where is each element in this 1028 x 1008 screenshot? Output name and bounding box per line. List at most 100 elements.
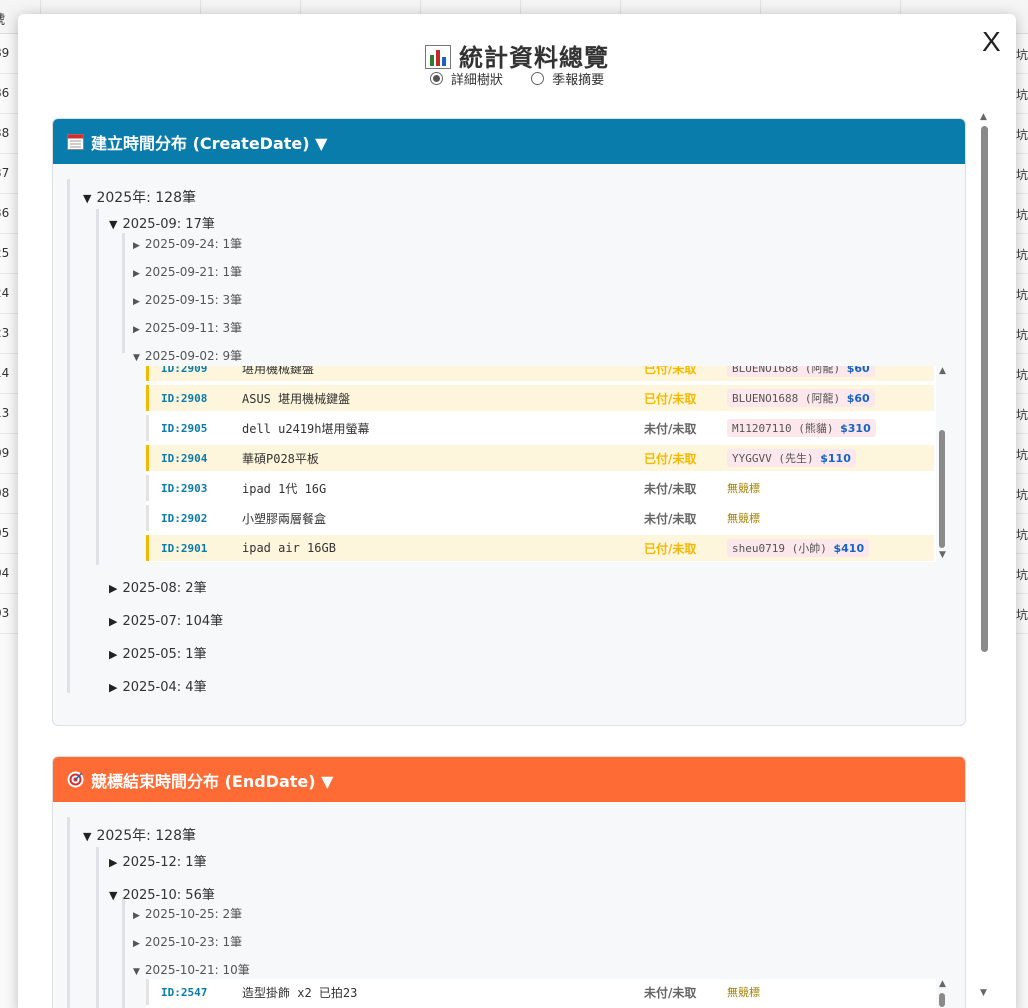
triangle-toggle-icon: ▶ [133,939,140,949]
background-row-cell: 坑 [1016,128,1028,142]
list-item[interactable]: ID:2902 小塑膠兩層餐盒 未付/未取 無競標 [146,505,934,531]
winner-name: BLUENO1688 (阿龍) [732,366,841,375]
tree-day-node[interactable]: ▶ 2025-09-15: 3筆 [133,291,242,308]
list-item[interactable]: ID:2903 ipad 1代 16G 未付/未取 無競標 [146,475,934,501]
modal-title-text: 統計資料總覽 [459,44,609,72]
triangle-toggle-icon: ▶ [133,269,140,279]
list-item[interactable]: ID:2905 dell u2419h堪用螢幕 未付/未取 M11207110 (熊貓… [146,415,934,441]
radio-unselected-icon[interactable] [531,72,545,85]
item-id: ID:2905 [161,421,208,435]
item-name: ASUS 堪用機械鍵盤 [242,391,351,406]
mode-quarterly-summary[interactable]: 季報摘要 [531,69,604,88]
tree-month-node[interactable]: ▼ 2025-09: 17筆 [109,213,215,232]
tree-day-node[interactable]: ▶ 2025-10-23: 1筆 [133,933,242,950]
tree-month-node[interactable]: ▼ 2025-10: 56筆 [109,884,215,903]
background-row-cell: 坑 [1016,248,1028,262]
item-name: 造型掛飾 x2 已拍23 [242,985,358,1000]
tree-year-node[interactable]: ▼ 2025年: 128筆 [83,825,196,845]
list-item[interactable]: ID:2904 華碩P028平板 已付/未取 YYGGVV (先生) $110 [146,445,934,471]
triangle-toggle-icon: ▶ [133,241,140,251]
item-status: 未付/未取 [644,421,697,436]
item-status: 已付/未取 [644,541,697,556]
winner-name: BLUENO1688 (阿龍) [732,392,841,405]
item-status: 已付/未取 [644,366,697,376]
tree-day-node[interactable]: ▶ 2025-09-24: 1筆 [133,235,242,252]
winner-badge: YYGGVV (先生) $110 [727,449,856,467]
tree-month-node[interactable]: ▶ 2025-07: 104筆 [109,610,223,629]
create-date-item-list: ID:2909 堪用機械鍵盤 已付/未取 BLUENO1688 (阿龍) $60 ID:… [146,366,936,562]
background-row-cell: 坑 [1016,208,1028,222]
tree-month-node-label: 2025-10: 56筆 [122,888,215,903]
list-item[interactable]: ID:2547 造型掛飾 x2 已拍23 未付/未取 無競標 [146,979,934,1005]
end-date-section-title: 競標結束時間分布 (EndDate) ▼ [91,771,334,791]
close-button[interactable]: X [982,26,1001,58]
background-row-cell: 坑 [1016,288,1028,302]
background-row-cell: 坑 [1016,88,1028,102]
triangle-toggle-icon: ▶ [109,582,118,595]
list-item[interactable]: ID:2909 堪用機械鍵盤 已付/未取 BLUENO1688 (阿龍) $60 [146,366,934,381]
triangle-toggle-icon: ▶ [109,856,118,869]
tree-year-node[interactable]: ▼ 2025年: 128筆 [83,187,196,207]
create-date-section-header[interactable]: 建立時間分布 (CreateDate) ▼ [53,119,965,164]
tree-month-node[interactable]: ▶ 2025-08: 2筆 [109,577,207,596]
tree-day-node-label: 2025-09-02: 9筆 [144,349,243,363]
item-name: 堪用機械鍵盤 [242,366,315,376]
item-list-scrollbar[interactable]: ▲ ▼ [937,366,947,562]
background-row-cell: 坑 [1016,448,1028,462]
winner-name: YYGGVV (先生) [732,452,814,465]
no-bid-label: 無競標 [727,986,760,999]
item-name: ipad 1代 16G [242,481,327,496]
view-mode-selector: 詳細樹狀 季報摘要 [18,69,1016,89]
winning-price: $60 [846,366,870,375]
modal-scrollbar-thumb[interactable] [981,126,988,652]
modal-title: 統計資料總覽 [18,38,1016,73]
mode-detail-tree[interactable]: 詳細樹狀 [429,69,503,88]
winning-price: $410 [833,542,865,555]
background-row-cell: 坑 [1016,368,1028,382]
background-row-cell: 坑 [1016,528,1028,542]
modal-scrollbar[interactable]: ▲ ▼ [978,112,992,1002]
radio-selected-icon[interactable] [429,72,443,85]
mode-detail-tree-label: 詳細樹狀 [450,73,503,88]
create-date-section-title: 建立時間分布 (CreateDate) ▼ [91,133,328,153]
tree-day-node[interactable]: ▶ 2025-09-11: 3筆 [133,319,242,336]
tree-day-node[interactable]: ▶ 2025-09-21: 1筆 [133,263,242,280]
triangle-toggle-icon: ▶ [109,681,118,694]
tree-day-node[interactable]: ▼ 2025-09-02: 9筆 [133,347,242,364]
create-date-section: 建立時間分布 (CreateDate) ▼ ▼ 2025年: 128筆 ▼ 2025… [52,118,966,726]
tree-year-label: 2025年: 128筆 [96,190,196,206]
tree-day-node[interactable]: ▼ 2025-10-21: 10筆 [133,961,250,978]
tree-month-node[interactable]: ▶ 2025-04: 4筆 [109,676,207,695]
tree-year-label: 2025年: 128筆 [96,828,196,844]
triangle-toggle-icon: ▶ [109,615,118,628]
tree-month-node[interactable]: ▶ 2025-05: 1筆 [109,643,207,662]
end-date-section-header[interactable]: 競標結束時間分布 (EndDate) ▼ [53,757,965,802]
item-id: ID:2904 [161,451,208,465]
expanded-triangle-icon: ▼ [83,192,92,205]
triangle-toggle-icon: ▼ [109,889,118,902]
item-status: 未付/未取 [644,481,697,496]
background-row-cell: 坑 [1016,168,1028,182]
triangle-toggle-icon: ▶ [109,648,118,661]
item-id: ID:2902 [161,511,208,525]
winner-badge: BLUENO1688 (阿龍) $60 [727,366,875,377]
tree-day-node-label: 2025-09-15: 3筆 [144,293,243,307]
tree-day-node-label: 2025-10-23: 1筆 [144,935,243,949]
tree-month-node[interactable]: ▶ 2025-12: 1筆 [109,851,207,870]
list-item[interactable]: ID:2908 ASUS 堪用機械鍵盤 已付/未取 BLUENO1688 (阿龍) $… [146,385,934,411]
background-row-cell: 坑 [1016,568,1028,582]
triangle-toggle-icon: ▶ [133,325,140,335]
tree-month-node-label: 2025-08: 2筆 [122,581,207,596]
triangle-toggle-icon: ▶ [133,297,140,307]
bar-chart-icon [425,45,451,69]
no-bid-label: 無競標 [727,482,760,495]
expanded-triangle-icon: ▼ [109,218,118,231]
item-id: ID:2901 [161,541,208,555]
tree-month-node-label: 2025-05: 1筆 [122,647,207,662]
list-item[interactable]: ID:2901 ipad air 16GB 已付/未取 sheu0719 (小帥) $… [146,535,934,561]
calendar-icon [67,134,84,150]
tree-month-label: 2025-09: 17筆 [122,217,215,232]
triangle-toggle-icon: ▼ [133,967,140,977]
tree-day-node[interactable]: ▶ 2025-10-25: 2筆 [133,905,242,922]
item-list-scrollbar[interactable]: ▲ [937,979,947,1008]
